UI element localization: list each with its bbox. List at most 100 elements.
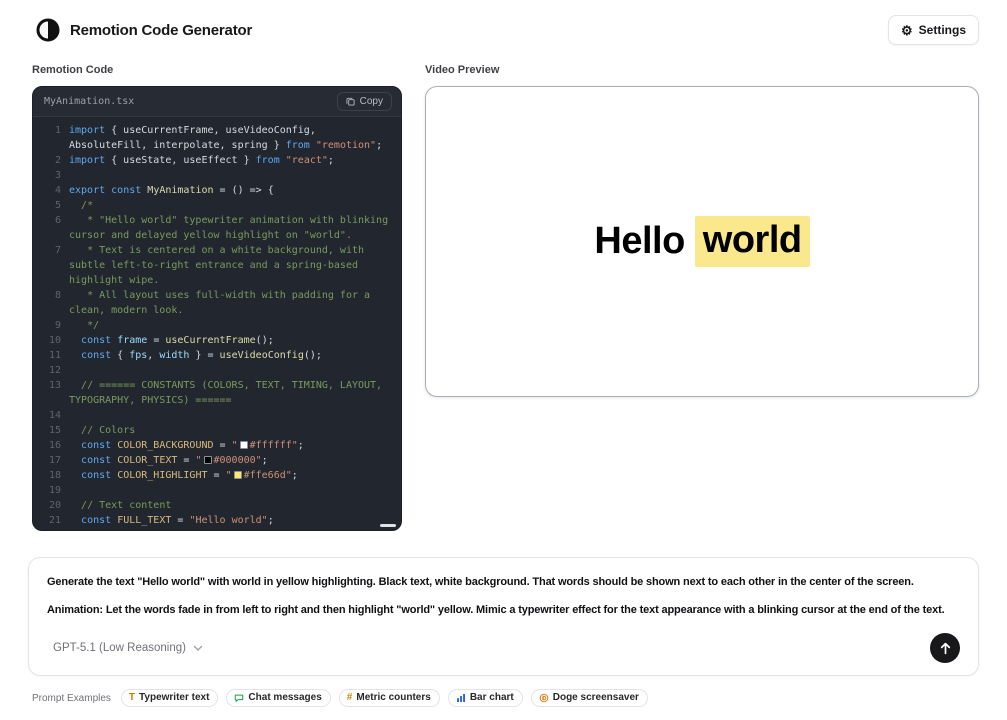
line-number: 7 (43, 243, 61, 258)
settings-button[interactable]: ⚙ Settings (888, 15, 979, 45)
code-line-content: import { useState, useEffect } from "rea… (69, 153, 391, 168)
code-line-content: import { useCurrentFrame, useVideoConfig… (69, 123, 391, 153)
preview-text-plain: Hello (594, 220, 684, 263)
line-number: 17 (43, 453, 61, 468)
code-token: ; (268, 515, 274, 526)
chip-chat-messages[interactable]: Chat messages (226, 689, 330, 707)
line-number: 14 (43, 408, 61, 423)
code-token (69, 335, 81, 346)
preview-column: Video Preview Hello world (425, 58, 979, 397)
typewriter-t-icon: T (129, 693, 135, 703)
chip-bar-chart[interactable]: Bar chart (448, 689, 523, 707)
code-lines[interactable]: 1import { useCurrentFrame, useVideoConfi… (33, 117, 401, 531)
code-token: ; (298, 440, 304, 451)
line-number: 6 (43, 213, 61, 228)
chip-typewriter-text[interactable]: T Typewriter text (121, 689, 219, 707)
code-token: /* (69, 200, 93, 211)
line-number: 19 (43, 483, 61, 498)
code-token: " (232, 440, 238, 451)
code-line-content (69, 168, 391, 183)
code-token: #ffffff" (250, 440, 298, 451)
scrollbar-thumb[interactable] (380, 524, 396, 527)
model-selector[interactable]: GPT-5.1 (Low Reasoning) (47, 641, 209, 655)
code-editor-panel: MyAnimation.tsx Copy 1import { useCurren… (32, 86, 402, 531)
code-line: 3 (43, 168, 389, 183)
line-number: 9 (43, 318, 61, 333)
code-section-label: Remotion Code (32, 64, 402, 76)
code-token: const (81, 335, 111, 346)
code-line: 14 (43, 408, 389, 423)
code-line: 8 * All layout uses full-width with padd… (43, 288, 389, 318)
code-token: from (256, 155, 280, 166)
code-token: = (208, 470, 226, 481)
code-line: 17 const COLOR_TEXT = "#000000"; (43, 453, 389, 468)
code-token: export (69, 185, 105, 196)
code-token: = (147, 335, 165, 346)
arrow-up-icon (939, 642, 952, 655)
line-number: 15 (43, 423, 61, 438)
copy-button[interactable]: Copy (337, 92, 392, 111)
code-token: , (147, 350, 159, 361)
code-token: ; (376, 140, 382, 151)
video-preview[interactable]: Hello world (425, 86, 979, 397)
preview-text-highlighted: world (695, 216, 810, 267)
settings-button-label: Settings (919, 23, 966, 37)
code-token: const (81, 350, 111, 361)
code-line: 1import { useCurrentFrame, useVideoConfi… (43, 123, 389, 153)
chip-label: Chat messages (248, 692, 321, 703)
code-token: "remotion" (316, 140, 376, 151)
prompt-paragraph-1: Generate the text "Hello world" with wor… (47, 574, 960, 591)
code-token: (); (256, 335, 274, 346)
submit-button[interactable] (930, 633, 960, 663)
model-selector-label: GPT-5.1 (Low Reasoning) (53, 642, 186, 654)
code-token: "react" (286, 155, 328, 166)
line-number: 8 (43, 288, 61, 303)
prompt-input-card[interactable]: Generate the text "Hello world" with wor… (28, 557, 979, 676)
prompt-paragraph-2: Animation: Let the words fade in from le… (47, 602, 960, 619)
code-token: FULL_TEXT (117, 515, 171, 526)
hash-icon: # (347, 693, 353, 703)
code-line: 4export const MyAnimation = () => { (43, 183, 389, 198)
code-token: = (214, 440, 232, 451)
code-line-content (69, 483, 391, 498)
app-logo-icon (36, 18, 60, 42)
code-line-content: // ====== CONSTANTS (COLORS, TEXT, TIMIN… (69, 378, 391, 408)
line-number: 18 (43, 468, 61, 483)
color-swatch (240, 441, 248, 449)
code-line-content (69, 408, 391, 423)
code-line-content: const FULL_TEXT = "Hello world"; (69, 513, 391, 528)
code-token: { useCurrentFrame, useVideoConfig, Absol… (69, 125, 322, 151)
code-line: 13 // ====== CONSTANTS (COLORS, TEXT, TI… (43, 378, 389, 408)
prompt-footer: GPT-5.1 (Low Reasoning) (47, 633, 960, 663)
code-token (69, 455, 81, 466)
code-token: // ====== CONSTANTS (COLORS, TEXT, TIMIN… (69, 380, 388, 406)
chip-metric-counters[interactable]: # Metric counters (339, 689, 440, 707)
line-number: 10 (43, 333, 61, 348)
code-line: 7 * Text is centered on a white backgrou… (43, 243, 389, 288)
line-number: 16 (43, 438, 61, 453)
chip-label: Typewriter text (139, 692, 209, 703)
line-number: 21 (43, 513, 61, 528)
code-token: COLOR_BACKGROUND (117, 440, 213, 451)
code-line-content: /* (69, 198, 391, 213)
code-token: const (111, 185, 141, 196)
chip-label: Doge screensaver (553, 692, 639, 703)
code-line: 15 // Colors (43, 423, 389, 438)
preview-section-label: Video Preview (425, 64, 979, 76)
copy-button-label: Copy (360, 96, 383, 107)
code-token: = () => { (214, 185, 274, 196)
line-number: 5 (43, 198, 61, 213)
code-line-content: // Colors (69, 423, 391, 438)
code-token: * Text is centered on a white background… (69, 245, 370, 286)
code-line: 2import { useState, useEffect } from "re… (43, 153, 389, 168)
code-token: const (81, 440, 111, 451)
chip-doge-screensaver[interactable]: Doge screensaver (531, 689, 648, 707)
line-number: 20 (43, 498, 61, 513)
code-token: ; (328, 155, 334, 166)
bar-chart-icon (456, 693, 466, 703)
code-token: #000000" (214, 455, 262, 466)
code-line-content (69, 363, 391, 378)
code-line-content: * Text is centered on a white background… (69, 243, 391, 288)
code-line: 21 const FULL_TEXT = "Hello world"; (43, 513, 389, 528)
code-token: COLOR_TEXT (117, 455, 177, 466)
